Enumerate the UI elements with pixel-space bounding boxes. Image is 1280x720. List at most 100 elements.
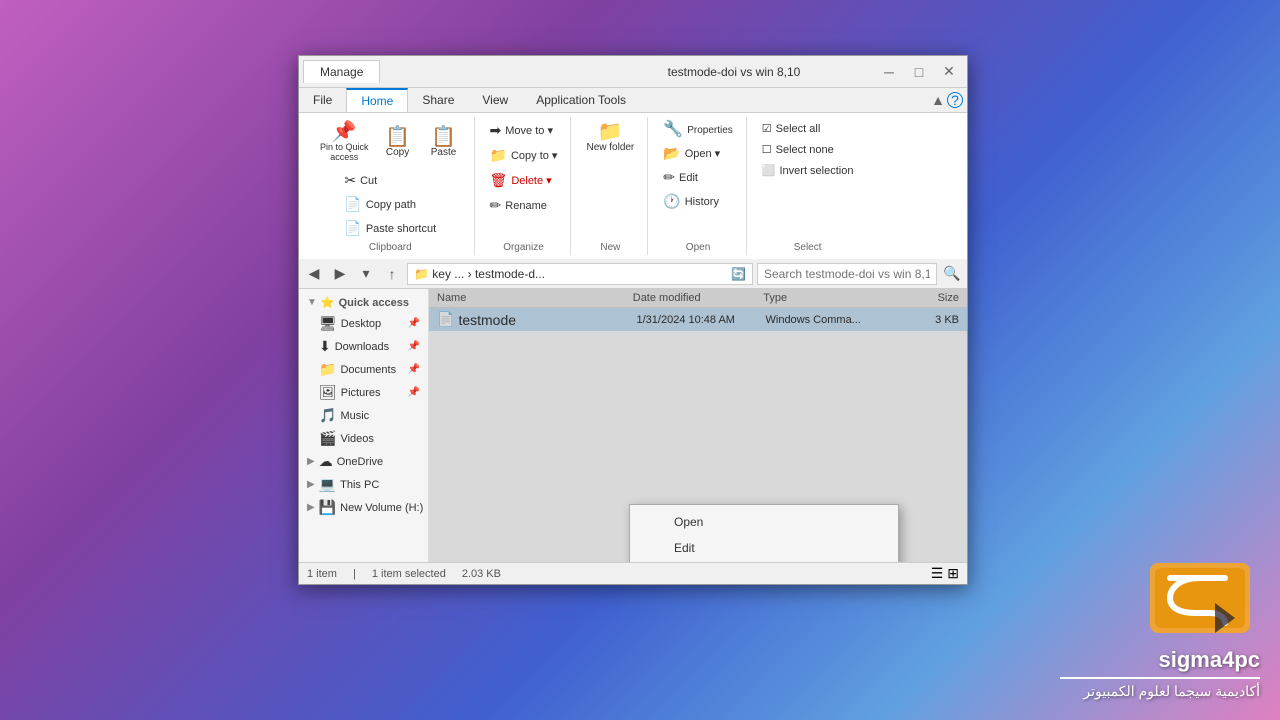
pin-indicator: 📌 — [408, 318, 420, 329]
clipboard-btn-row: 📌 Pin to Quickaccess 📋 Copy 📋 Paste — [315, 119, 466, 165]
videos-icon: 🎬 — [319, 430, 336, 447]
desktop-icon: 🖥 — [319, 315, 337, 332]
sidebar-pictures-label: Pictures — [341, 387, 381, 399]
downloads-pin: 📌 — [408, 341, 420, 352]
cut-button[interactable]: ✂ Cut — [339, 169, 441, 192]
rename-button[interactable]: ✏ Rename — [485, 194, 563, 217]
paste-shortcut-button[interactable]: 📄 Paste shortcut — [339, 217, 441, 240]
status-items: 1 item — [307, 568, 337, 580]
pin-icon: 📌 — [332, 122, 357, 142]
delete-button[interactable]: 🗑 Delete ▾ — [485, 169, 563, 192]
sidebar: ▼ ⭐ Quick access 🖥 Desktop 📌 ⬇ Downloads… — [299, 289, 429, 562]
new-folder-button[interactable]: 📁 New folder — [581, 119, 639, 156]
forward-button[interactable]: ▶ — [329, 263, 351, 285]
edit-button[interactable]: ✏ Edit — [658, 166, 738, 189]
copy-path-button[interactable]: 📄 Copy path — [339, 193, 441, 216]
ribbon-group-clipboard: 📌 Pin to Quickaccess 📋 Copy 📋 Paste ✂ Cu… — [307, 117, 475, 255]
history-button[interactable]: 🕐 History — [658, 190, 738, 213]
ribbon-tab-share[interactable]: Share — [408, 88, 468, 112]
newvol-expand: ▶ — [307, 502, 315, 513]
back-button[interactable]: ◀ — [303, 263, 325, 285]
copy-icon: 📋 — [385, 127, 410, 147]
paste-shortcut-icon: 📄 — [344, 220, 361, 237]
ribbon-collapse-icon[interactable]: ▲ — [931, 92, 945, 108]
address-text: key ... › testmode-d... — [432, 267, 545, 281]
address-path[interactable]: 📁 key ... › testmode-d... 🔄 — [407, 263, 753, 285]
ctx-open[interactable]: Open — [630, 509, 898, 535]
address-refresh-icon[interactable]: 🔄 — [731, 267, 746, 281]
close-button[interactable]: ✕ — [935, 62, 963, 82]
view-large-icon-button[interactable]: ⊞ — [947, 565, 959, 582]
copy-to-icon: 📁 — [490, 147, 507, 164]
new-label: New — [600, 242, 620, 253]
sigma-logo-svg — [1140, 553, 1260, 643]
edit-icon: ✏ — [663, 169, 675, 186]
sidebar-videos-label: Videos — [340, 433, 373, 445]
history-icon: 🕐 — [663, 193, 680, 210]
invert-selection-button[interactable]: ⬜ Invert selection — [757, 161, 859, 180]
status-bar: 1 item | 1 item selected 2.03 KB ☰ ⊞ — [299, 562, 967, 584]
view-details-button[interactable]: ☰ — [931, 565, 944, 582]
quick-access-label: Quick access — [339, 297, 409, 309]
sidebar-downloads-label: Downloads — [335, 341, 389, 353]
pin-to-quick-access-button[interactable]: 📌 Pin to Quickaccess — [315, 119, 374, 165]
expand-icon: ▼ — [307, 297, 317, 308]
documents-pin: 📌 — [408, 364, 420, 375]
properties-icon: 🔧 — [663, 122, 683, 138]
ribbon-group-open: 🔧 Properties 📂 Open ▾ ✏ Edit 🕐 History O… — [650, 117, 747, 255]
sidebar-item-thispc[interactable]: ▶ 💻 This PC — [299, 473, 428, 496]
ctx-edit[interactable]: Edit — [630, 535, 898, 561]
ribbon-content: 📌 Pin to Quickaccess 📋 Copy 📋 Paste ✂ Cu… — [299, 113, 967, 259]
ribbon-tab-file[interactable]: File — [299, 88, 346, 112]
ribbon-tab-home[interactable]: Home — [346, 88, 408, 112]
search-input[interactable] — [757, 263, 937, 285]
title-bar: Manage testmode-doi vs win 8,10 ─ □ ✕ — [299, 56, 967, 88]
up-button[interactable]: ↑ — [381, 263, 403, 285]
new-folder-icon: 📁 — [598, 122, 623, 142]
search-button[interactable]: 🔍 — [941, 263, 963, 285]
copy-to-button[interactable]: 📁 Copy to ▾ — [485, 144, 563, 167]
sidebar-item-onedrive[interactable]: ▶ ☁ OneDrive — [299, 450, 428, 473]
minimize-button[interactable]: ─ — [875, 62, 903, 82]
main-area: ▼ ⭐ Quick access 🖥 Desktop 📌 ⬇ Downloads… — [299, 289, 967, 562]
recent-button[interactable]: ▾ — [355, 263, 377, 285]
title-bar-tabs: Manage — [303, 60, 585, 83]
copy-path-icon: 📄 — [344, 196, 361, 213]
sidebar-item-desktop[interactable]: 🖥 Desktop 📌 — [299, 312, 428, 335]
downloads-icon: ⬇ — [319, 338, 331, 355]
sidebar-quick-access[interactable]: ▼ ⭐ Quick access — [299, 293, 428, 312]
sidebar-item-downloads[interactable]: ⬇ Downloads 📌 — [299, 335, 428, 358]
tab-manage[interactable]: Manage — [303, 60, 380, 83]
window-title: testmode-doi vs win 8,10 — [593, 65, 875, 79]
maximize-button[interactable]: □ — [905, 62, 933, 82]
select-label: Select — [794, 242, 822, 253]
sidebar-item-newvolume[interactable]: ▶ 💾 New Volume (H:) — [299, 496, 428, 519]
sigma-brand: sigma4pc — [1159, 647, 1261, 673]
thispc-icon: 💻 — [319, 476, 336, 493]
paste-icon: 📋 — [431, 127, 456, 147]
sidebar-item-pictures[interactable]: 🖼 Pictures 📌 — [299, 381, 428, 404]
sidebar-item-videos[interactable]: 🎬 Videos — [299, 427, 428, 450]
copy-button[interactable]: 📋 Copy — [376, 124, 420, 161]
properties-button[interactable]: 🔧 Properties — [658, 119, 738, 141]
ribbon-tab-view[interactable]: View — [468, 88, 522, 112]
address-bar: ◀ ▶ ▾ ↑ 📁 key ... › testmode-d... 🔄 🔍 — [299, 259, 967, 289]
address-folder-icon: 📁 — [414, 267, 429, 281]
sidebar-item-documents[interactable]: 📁 Documents 📌 — [299, 358, 428, 381]
select-all-button[interactable]: ☑ Select all — [757, 119, 859, 138]
ctx-print[interactable]: Print — [630, 561, 898, 562]
ribbon-tab-apptools[interactable]: Application Tools — [522, 88, 640, 112]
move-to-button[interactable]: ➡ Move to ▾ — [485, 119, 563, 142]
sidebar-item-music[interactable]: 🎵 Music — [299, 404, 428, 427]
ribbon-help-icon[interactable]: ? — [947, 92, 963, 108]
sidebar-music-label: Music — [340, 410, 369, 422]
clipboard-label: Clipboard — [369, 242, 412, 253]
quick-access-star-icon: ⭐ — [321, 296, 335, 309]
open-button[interactable]: 📂 Open ▾ — [658, 142, 738, 165]
delete-icon: 🗑 — [490, 172, 508, 189]
cut-icon: ✂ — [344, 172, 356, 189]
select-none-button[interactable]: ☐ Select none — [757, 140, 859, 159]
thispc-expand: ▶ — [307, 479, 315, 490]
move-icon: ➡ — [490, 122, 502, 139]
paste-button[interactable]: 📋 Paste — [422, 124, 466, 161]
